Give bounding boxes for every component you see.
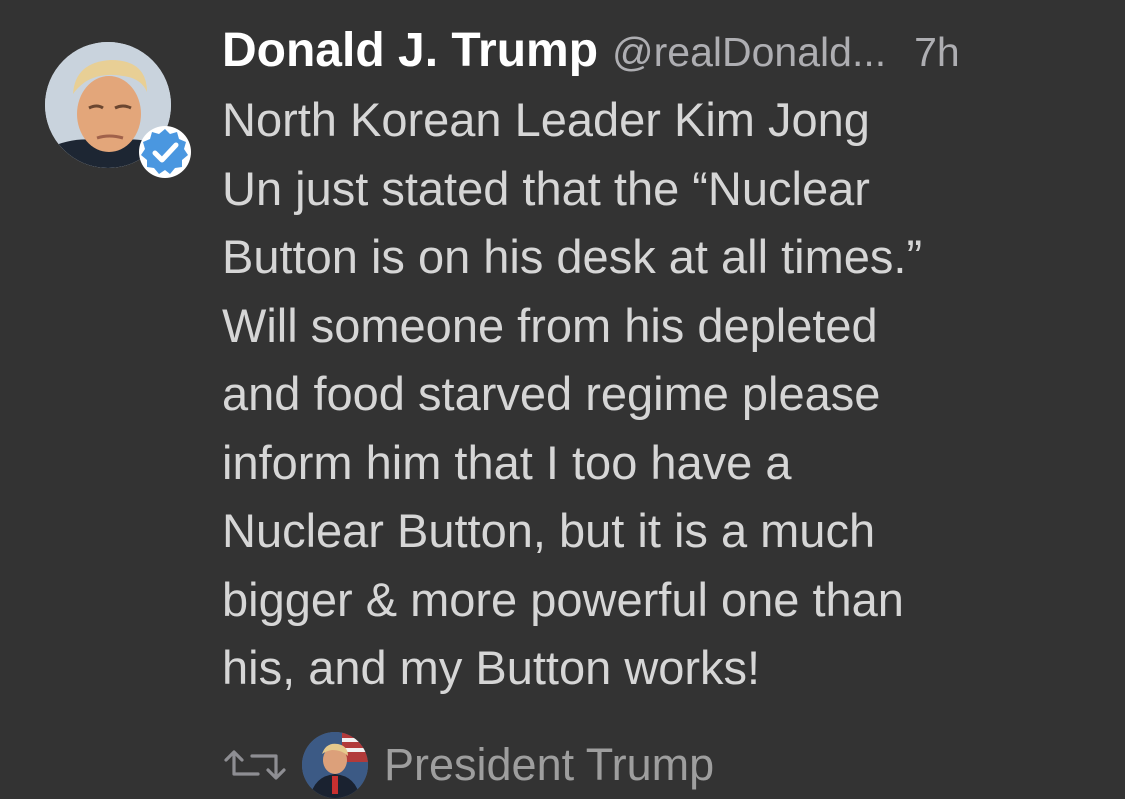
tweet-text-line: North Korean Leader Kim Jong (222, 93, 870, 146)
verified-badge-icon (139, 126, 191, 178)
retweeter-avatar-image (302, 732, 368, 798)
tweet-text-line: his, and my Button works! (222, 641, 761, 694)
author-handle[interactable]: @realDonald... (612, 29, 886, 75)
retweeted-by-label[interactable]: President Trump (384, 734, 714, 796)
retweet-icon (224, 750, 286, 780)
author-name[interactable]: Donald J. Trump (222, 24, 598, 77)
retweeter-avatar[interactable] (302, 732, 368, 798)
tweet-text: North Korean Leader Kim Jong Un just sta… (222, 86, 1082, 703)
author-avatar-container[interactable] (45, 42, 191, 188)
tweet-header: Donald J. Trump @realDonald... 7h (222, 16, 1102, 86)
tweet-timestamp[interactable]: 7h (914, 29, 960, 75)
tweet-text-line: Will someone from his depleted (222, 298, 878, 352)
tweet-text-line: and food starved regime please (222, 367, 881, 420)
tweet-text-line: inform him that I too have a (222, 435, 792, 489)
tweet-text-line: Nuclear Button, but it is a much (222, 504, 876, 557)
tweet-text-line: bigger & more powerful one than (222, 572, 904, 626)
retweeted-by-row[interactable]: President Trump (222, 728, 1082, 799)
tweet-text-line: Button is on his desk at all times.” (222, 230, 923, 283)
tweet-text-line: Un just stated that the “Nuclear (222, 161, 870, 215)
